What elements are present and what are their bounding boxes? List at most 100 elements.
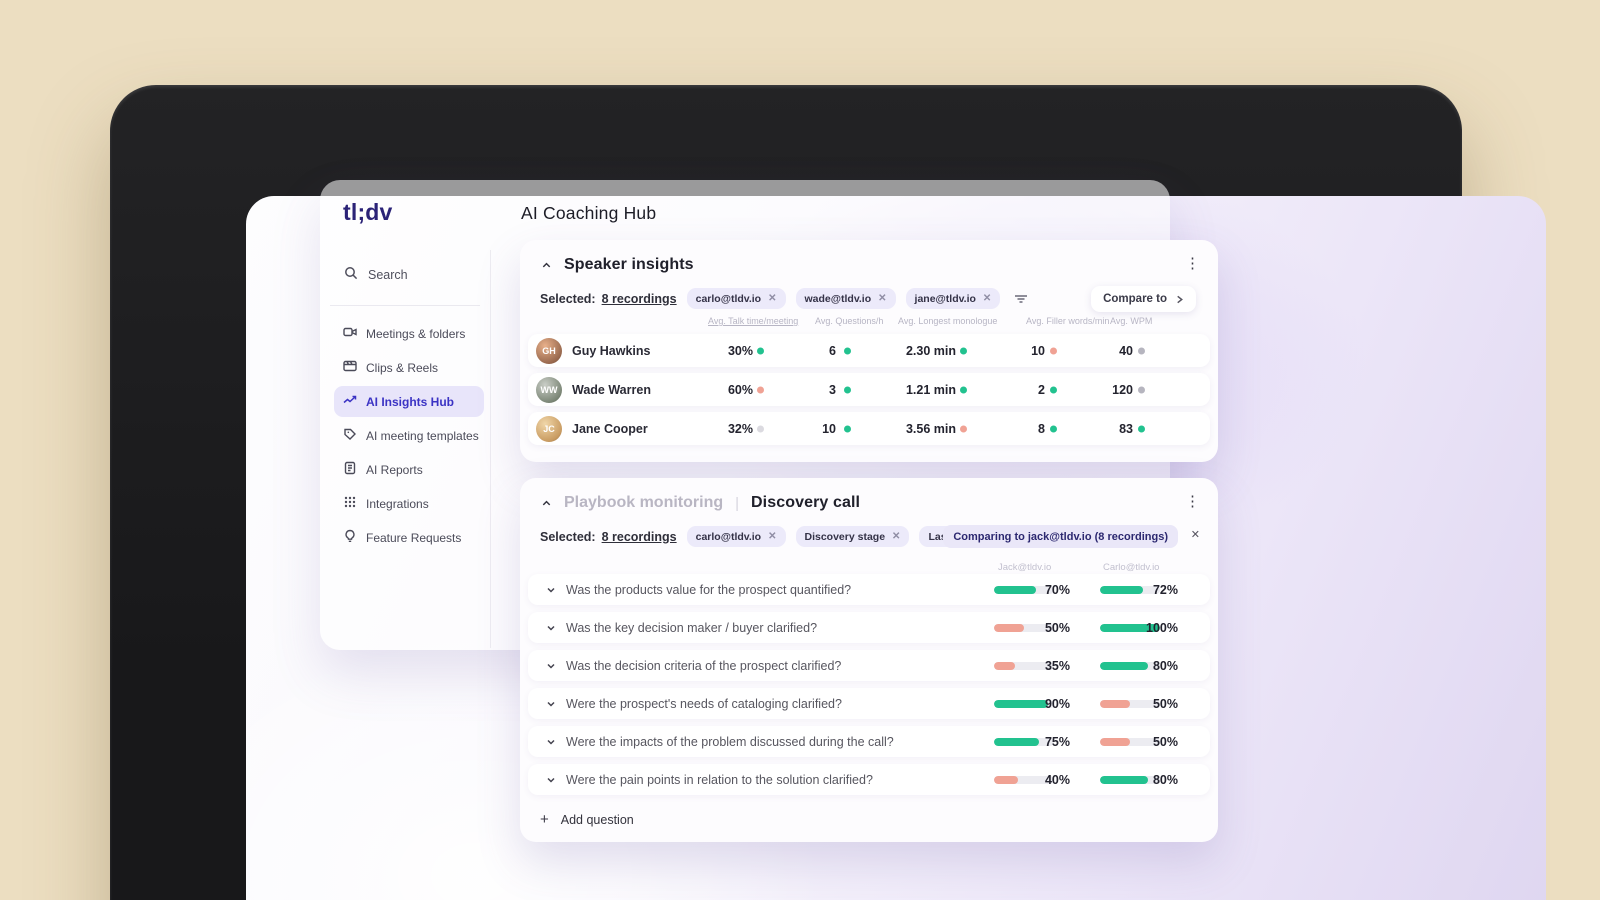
- filter-chip[interactable]: carlo@tldv.io ✕: [686, 526, 786, 547]
- status-dot: [757, 347, 764, 354]
- chevron-down-icon[interactable]: [546, 775, 556, 785]
- speaker-name: Wade Warren: [572, 382, 651, 397]
- progress-bar: [994, 775, 1018, 784]
- search-label: Search: [368, 267, 408, 282]
- metric-value: 2.30 min: [905, 343, 956, 358]
- filter-chip[interactable]: wade@tldv.io ✕: [795, 288, 896, 309]
- sidebar-item-ai-reports[interactable]: AI Reports: [334, 454, 484, 485]
- compare-to-button[interactable]: Compare to: [1091, 286, 1196, 312]
- search-icon: [344, 266, 358, 283]
- plus-icon: +: [540, 811, 549, 828]
- metric-value: 32%: [727, 421, 753, 436]
- avatar: JC: [536, 415, 562, 442]
- sidebar-item-label: Meetings & folders: [366, 326, 466, 341]
- question-row[interactable]: Were the impacts of the problem discusse…: [528, 726, 1210, 757]
- add-question-button[interactable]: + Add question: [540, 811, 634, 828]
- progress-bar: [1100, 699, 1130, 708]
- question-row[interactable]: Were the prospect's needs of cataloging …: [528, 688, 1210, 719]
- progress-bar: [1100, 737, 1130, 746]
- report-document-icon: [343, 461, 357, 478]
- chevron-down-icon[interactable]: [546, 699, 556, 709]
- panel-title: Discovery call: [751, 494, 861, 511]
- progress-bar: [994, 623, 1024, 632]
- column-header: Avg. Filler words/min: [1026, 316, 1110, 326]
- chevron-down-icon[interactable]: [546, 661, 556, 671]
- metric-value: 10: [1031, 343, 1045, 358]
- question-row[interactable]: Was the products value for the prospect …: [528, 574, 1210, 605]
- tag-icon: [343, 427, 357, 444]
- speaker-name: Guy Hawkins: [572, 343, 651, 358]
- selected-recordings-link[interactable]: 8 recordings: [602, 530, 677, 544]
- search-button[interactable]: Search: [344, 266, 408, 283]
- chevron-down-icon[interactable]: [546, 623, 556, 633]
- sidebar-item-clips-reels[interactable]: Clips & Reels: [334, 352, 484, 383]
- chip-label: carlo@tldv.io: [695, 530, 762, 543]
- metric-value: 60%: [727, 382, 753, 397]
- percent-value: 75%: [1044, 734, 1070, 749]
- question-text: Were the prospect's needs of cataloging …: [566, 696, 842, 711]
- question-row[interactable]: Were the pain points in relation to the …: [528, 764, 1210, 795]
- status-dot: [757, 386, 764, 393]
- progress-bar: [1100, 585, 1144, 594]
- sidebar-divider: [490, 250, 491, 648]
- sidebar-item-feature-requests[interactable]: Feature Requests: [334, 522, 484, 553]
- question-text: Was the key decision maker / buyer clari…: [566, 620, 818, 635]
- status-dot: [844, 425, 851, 432]
- column-header: Avg. Longest monologue: [898, 316, 998, 326]
- metric-value: 83: [1119, 421, 1133, 436]
- status-dot: [1138, 386, 1145, 393]
- close-icon[interactable]: ✕: [983, 293, 991, 304]
- status-dot: [960, 386, 967, 393]
- comparing-badge[interactable]: Comparing to jack@tldv.io (8 recordings): [943, 525, 1178, 548]
- chevron-down-icon[interactable]: [546, 737, 556, 747]
- percent-value: 100%: [1146, 620, 1178, 635]
- panel-title: Speaker insights: [564, 256, 694, 273]
- filter-chip[interactable]: jane@tldv.io ✕: [905, 288, 1001, 309]
- table-row[interactable]: WW Wade Warren 60% 3 1.21 min 2 120: [528, 373, 1210, 406]
- status-dot: [1050, 347, 1057, 354]
- percent-value: 40%: [1044, 772, 1070, 787]
- close-icon[interactable]: ✕: [768, 293, 776, 304]
- compare-to-label: Compare to: [1103, 293, 1167, 305]
- percent-value: 70%: [1044, 582, 1070, 597]
- playbook-monitoring-panel: Playbook monitoring | Discovery call ⋮ S…: [520, 478, 1218, 842]
- selected-recordings-link[interactable]: 8 recordings: [602, 292, 677, 306]
- grid-dots-icon: [343, 495, 357, 512]
- sidebar-item-integrations[interactable]: Integrations: [334, 488, 484, 519]
- selected-label: Selected:: [540, 529, 596, 544]
- close-icon[interactable]: ✕: [768, 531, 776, 542]
- sidebar-item-meetings-folders[interactable]: Meetings & folders: [334, 318, 484, 349]
- close-icon[interactable]: ✕: [892, 531, 900, 542]
- column-header: Avg. WPM: [1110, 316, 1153, 326]
- metric-value: 1.21 min: [905, 382, 956, 397]
- chip-label: Discovery stage: [804, 530, 886, 543]
- chevron-down-icon[interactable]: [546, 585, 556, 595]
- sidebar-item-ai-insights-hub[interactable]: AI Insights Hub: [334, 386, 484, 417]
- collapse-chevron-icon[interactable]: [540, 259, 552, 271]
- lightbulb-icon: [343, 529, 357, 546]
- close-icon[interactable]: ✕: [878, 293, 886, 304]
- question-text: Was the products value for the prospect …: [566, 582, 852, 597]
- filter-chip[interactable]: Discovery stage ✕: [795, 526, 910, 547]
- table-row[interactable]: GH Guy Hawkins 30% 6 2.30 min 10 40: [528, 334, 1210, 367]
- percent-value: 90%: [1044, 696, 1070, 711]
- metric-value: 3.56 min: [905, 421, 956, 436]
- question-row[interactable]: Was the key decision maker / buyer clari…: [528, 612, 1210, 643]
- filter-chip[interactable]: carlo@tldv.io ✕: [686, 288, 786, 309]
- kebab-menu-icon[interactable]: ⋮: [1185, 256, 1200, 271]
- status-dot: [1050, 386, 1057, 393]
- progress-bar: [994, 585, 1036, 594]
- sidebar-item-ai-meeting-templates[interactable]: AI meeting templates: [334, 420, 484, 451]
- status-dot: [844, 347, 851, 354]
- percent-value: 80%: [1152, 772, 1178, 787]
- question-row[interactable]: Was the decision criteria of the prospec…: [528, 650, 1210, 681]
- filter-lines-icon[interactable]: [1014, 293, 1028, 305]
- clapperboard-icon: [343, 359, 357, 376]
- chip-label: wade@tldv.io: [804, 292, 872, 305]
- table-row[interactable]: JC Jane Cooper 32% 10 3.56 min 8 83: [528, 412, 1210, 445]
- column-header[interactable]: Avg. Talk time/meeting: [708, 316, 798, 326]
- collapse-chevron-icon[interactable]: [540, 497, 552, 509]
- kebab-menu-icon[interactable]: ⋮: [1185, 494, 1200, 509]
- close-icon[interactable]: ✕: [1191, 528, 1200, 541]
- column-header: Avg. Questions/h: [815, 316, 884, 326]
